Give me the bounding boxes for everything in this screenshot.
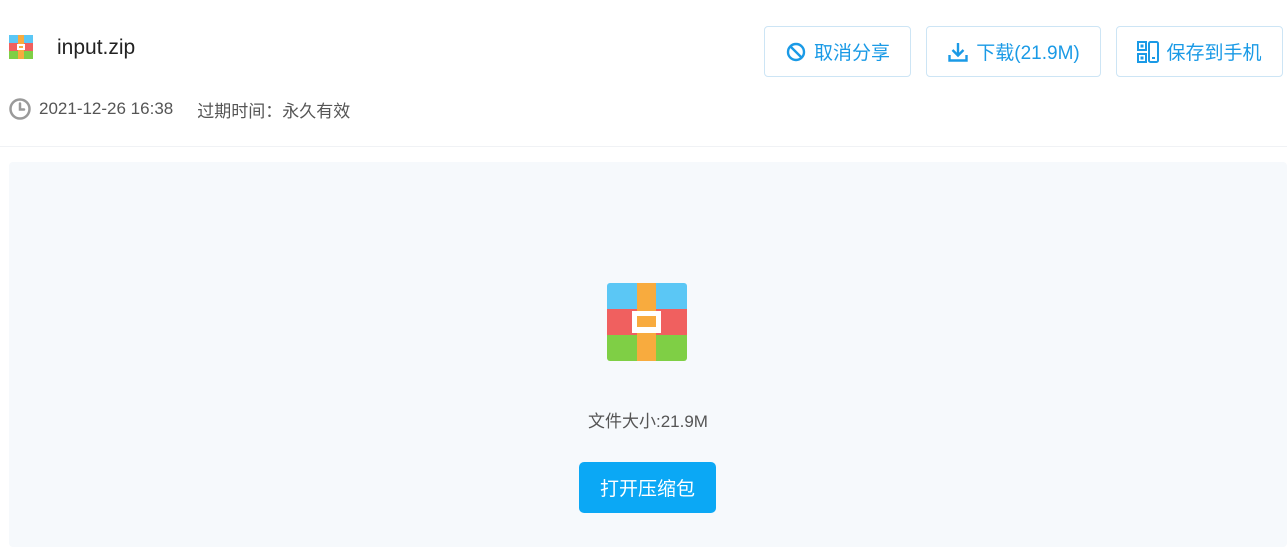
download-icon: [947, 41, 969, 63]
file-name: input.zip: [57, 36, 136, 59]
save-to-phone-button[interactable]: 保存到手机: [1116, 26, 1283, 77]
file-meta: 2021-12-26 16:38 过期时间： 永久有效: [9, 96, 350, 122]
file-size-text: 文件大小:21.9M: [588, 412, 708, 431]
open-archive-button[interactable]: 打开压缩包: [579, 462, 716, 513]
cancel-share-button[interactable]: 取消分享: [764, 26, 911, 77]
file-preview-panel: 文件大小:21.9M 打开压缩包: [9, 162, 1287, 547]
cancel-share-label: 取消分享: [813, 43, 890, 64]
share-page: input.zip 2021-12-26 16:38 过期时间： 永久有效 取消…: [0, 0, 1287, 547]
file-header: input.zip 2021-12-26 16:38 过期时间： 永久有效 取消…: [0, 0, 1287, 147]
download-label: 下载(21.9M): [976, 43, 1080, 64]
zip-archive-large-icon: [607, 283, 687, 361]
clock-icon: [9, 98, 31, 120]
expire-value: 永久有效: [282, 101, 351, 121]
action-bar: 取消分享 下载(21.9M) 保存到手机: [764, 26, 1283, 77]
ban-icon: [785, 41, 807, 63]
created-time: 2021-12-26 16:38: [39, 99, 174, 118]
qrcode-phone-icon: [1137, 40, 1160, 63]
zip-archive-icon: [9, 35, 33, 59]
save-to-phone-label: 保存到手机: [1166, 43, 1262, 64]
expire-label: 过期时间：: [197, 101, 283, 121]
download-button[interactable]: 下载(21.9M): [926, 26, 1101, 77]
